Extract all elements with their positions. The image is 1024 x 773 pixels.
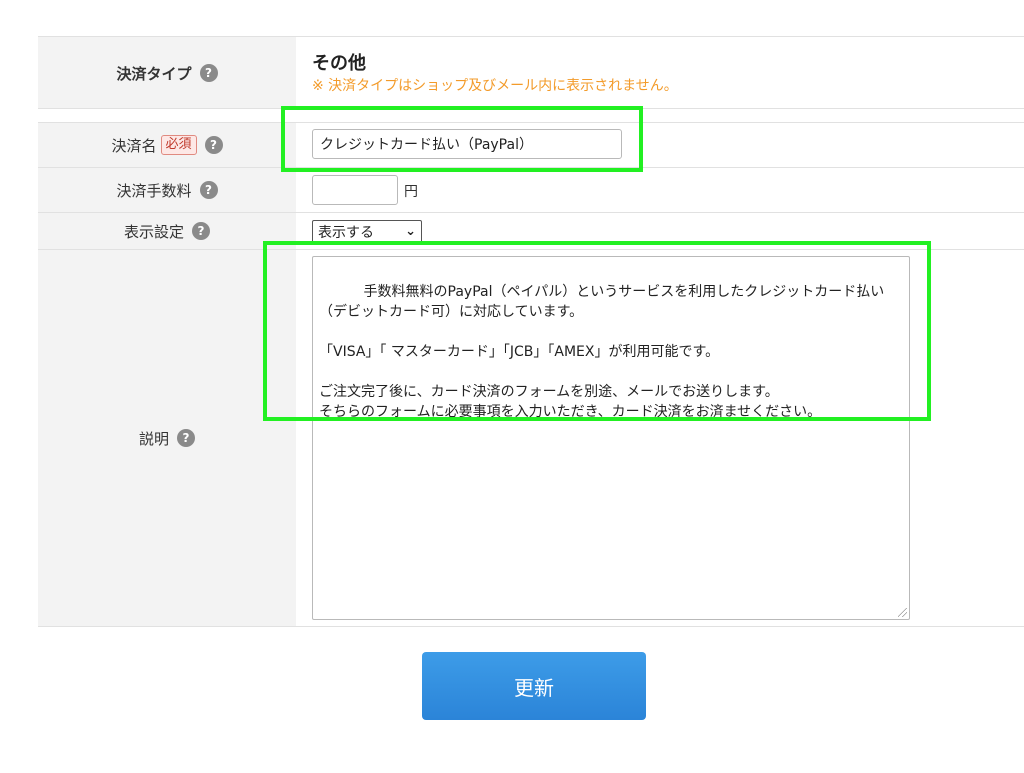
row-payment-type: 決済タイプ ? その他 ※ 決済タイプはショップ及びメール内に表示されません。 bbox=[38, 37, 1024, 109]
display-setting-select[interactable]: 表示する ⌄ bbox=[312, 220, 422, 244]
row-payment-name: 決済名 必須 ? bbox=[38, 123, 1024, 167]
resize-handle[interactable] bbox=[898, 608, 907, 617]
payment-type-value: その他 bbox=[312, 53, 366, 74]
row-description: 説明 ? 手数料無料のPayPal（ペイパル）というサービスを利用したクレジット… bbox=[38, 250, 1024, 626]
payment-type-note: ※ 決済タイプはショップ及びメール内に表示されません。 bbox=[312, 78, 678, 94]
description-label: 説明 bbox=[138, 429, 169, 448]
payment-settings-page: 決済タイプ ? その他 ※ 決済タイプはショップ及びメール内に表示されません。 … bbox=[0, 0, 1024, 773]
divider bbox=[38, 108, 1024, 109]
description-value-cell: 手数料無料のPayPal（ペイパル）というサービスを利用したクレジットカード払い… bbox=[296, 250, 1024, 626]
payment-name-label: 決済名 bbox=[111, 136, 157, 155]
help-icon[interactable]: ? bbox=[177, 429, 195, 447]
table-bottom-border bbox=[38, 626, 1024, 627]
payment-fee-value-cell: 円 bbox=[296, 168, 1024, 212]
payment-type-value-cell: その他 ※ 決済タイプはショップ及びメール内に表示されません。 bbox=[296, 37, 1024, 109]
payment-name-label-cell: 決済名 必須 ? bbox=[38, 123, 296, 167]
payment-type-label: 決済タイプ bbox=[116, 64, 192, 83]
payment-fee-label: 決済手数料 bbox=[116, 181, 192, 200]
display-setting-label: 表示設定 bbox=[123, 222, 184, 241]
help-icon[interactable]: ? bbox=[192, 222, 210, 240]
help-icon[interactable]: ? bbox=[199, 181, 218, 199]
payment-name-value-cell bbox=[296, 123, 1024, 167]
payment-fee-input[interactable] bbox=[312, 175, 398, 205]
display-setting-label-cell: 表示設定 ? bbox=[38, 213, 296, 249]
row-payment-fee: 決済手数料 ? 円 bbox=[38, 168, 1024, 212]
row-display-setting: 表示設定 ? 表示する ⌄ bbox=[38, 213, 1024, 249]
display-setting-selected: 表示する bbox=[318, 225, 374, 241]
description-textarea[interactable]: 手数料無料のPayPal（ペイパル）というサービスを利用したクレジットカード払い… bbox=[312, 256, 910, 620]
payment-fee-label-cell: 決済手数料 ? bbox=[38, 168, 296, 212]
payment-name-input[interactable] bbox=[312, 129, 622, 159]
help-icon[interactable]: ? bbox=[199, 64, 218, 82]
payment-type-label-cell: 決済タイプ ? bbox=[38, 37, 296, 109]
update-button[interactable]: 更新 bbox=[422, 652, 646, 720]
required-badge: 必須 bbox=[160, 135, 197, 155]
chevron-down-icon: ⌄ bbox=[405, 224, 416, 239]
fee-unit-label: 円 bbox=[404, 184, 418, 200]
help-icon[interactable]: ? bbox=[204, 136, 223, 154]
description-label-cell: 説明 ? bbox=[38, 250, 296, 626]
display-setting-value-cell: 表示する ⌄ bbox=[296, 213, 1024, 249]
description-text: 手数料無料のPayPal（ペイパル）というサービスを利用したクレジットカード払い… bbox=[319, 284, 885, 420]
